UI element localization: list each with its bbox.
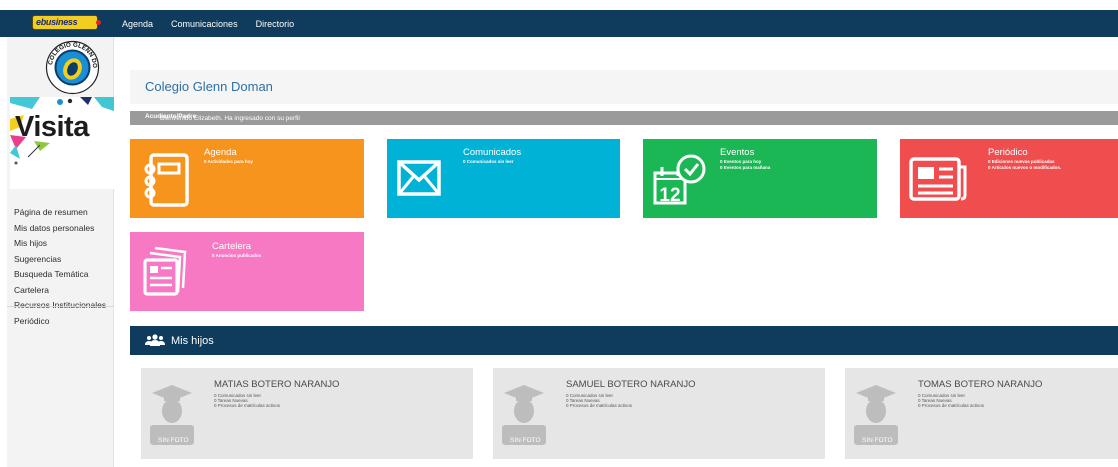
tile-agenda[interactable]: Agenda 0 Actividades para hoy — [130, 139, 364, 218]
child-name: TOMAS BOTERO NARANJO — [918, 379, 1043, 390]
tile-stat: 0 Anuncios publicados — [212, 253, 262, 258]
sidebar-divider — [7, 306, 114, 307]
nav-directorio[interactable]: Directorio — [256, 19, 295, 29]
tile-stat: 0 Actividades para hoy — [204, 159, 253, 164]
svg-text:12: 12 — [659, 185, 680, 206]
calendar-clock-icon: 12 — [653, 154, 706, 206]
child-card[interactable]: SIN FOTO TOMAS BOTERO NARANJO 0 Comunica… — [845, 368, 1118, 459]
tile-title: Comunicados — [463, 147, 522, 158]
child-card[interactable]: SIN FOTO SAMUEL BOTERO NARANJO 0 Comunic… — [493, 368, 825, 459]
tile-comunicados[interactable]: Comunicados 0 Comunicados sin leer — [387, 139, 620, 218]
tile-stat: 0 Artículos nuevos o modificados. — [988, 165, 1062, 170]
sidebar-item-mis-hijos[interactable]: Mis hijos — [14, 236, 106, 252]
tile-cartelera[interactable]: Cartelera 0 Anuncios publicados — [130, 232, 364, 311]
sidebar-item-datos-personales[interactable]: Mis datos personales — [14, 221, 106, 237]
logo-dot — [96, 20, 101, 25]
welcome-prefix: Bienvenido Elizabeth. Ha ingresado con s… — [160, 115, 300, 122]
nav-comunicaciones[interactable]: Comunicaciones — [171, 19, 238, 29]
kids-section-header: Mis hijos — [130, 326, 1118, 355]
tile-stat: 0 Eventos para mañana — [720, 165, 771, 170]
billboard-icon — [143, 246, 187, 296]
logo-text: ebusiness — [36, 17, 78, 27]
sidebar-item-resumen[interactable]: Página de resumen — [14, 205, 106, 221]
section-title: Mis hijos — [171, 335, 214, 347]
sidebar-menu: Página de resumen Mis datos personales M… — [14, 205, 106, 329]
tile-title: Periódico — [988, 147, 1028, 158]
sidebar-item-periodico[interactable]: Periódico — [14, 314, 106, 330]
welcome-bar: Bienvenido Elizabeth. Ha ingresado con s… — [130, 111, 1118, 125]
nav-agenda[interactable]: Agenda — [122, 19, 153, 29]
no-photo-label: SIN FOTO — [510, 437, 541, 444]
tile-title: Eventos — [720, 147, 755, 158]
child-stat: 0 Procesos de matrículas activos — [918, 403, 985, 408]
sidebar-item-sugerencias[interactable]: Sugerencias — [14, 252, 106, 268]
visita-banner[interactable]: Visita — [10, 97, 114, 189]
top-navbar: ebusiness Agenda Comunicaciones Director… — [0, 10, 1118, 37]
tile-stat: 0 Ediciones nuevas publicadas — [988, 159, 1055, 164]
notebook-icon — [144, 153, 189, 207]
tile-stat: 0 Eventos para hoy — [720, 159, 762, 164]
tile-title: Cartelera — [212, 241, 252, 252]
tile-stat: 0 Comunicados sin leer — [463, 159, 514, 164]
child-stat: 0 Procesos de matrículas activos — [214, 403, 281, 408]
sidebar-item-busqueda-tematica[interactable]: Busqueda Temática — [14, 267, 106, 283]
page-header: Colegio Glenn Doman — [130, 70, 1118, 104]
tile-title: Agenda — [204, 147, 237, 158]
app-logo[interactable]: ebusiness — [32, 15, 98, 30]
newspaper-icon — [909, 157, 967, 201]
tile-periodico[interactable]: Periódico 0 Ediciones nuevas publicadas … — [900, 139, 1118, 218]
child-stat: 0 Procesos de matrículas activos — [566, 403, 633, 408]
child-name: MATIAS BOTERO NARANJO — [214, 379, 340, 390]
no-photo-label: SIN FOTO — [862, 437, 893, 444]
welcome-suffix: . — [160, 115, 162, 122]
banner-title: Visita — [15, 111, 89, 143]
child-name: SAMUEL BOTERO NARANJO — [566, 379, 696, 390]
placeholder-avatar-icon — [854, 385, 898, 445]
school-crest: COLEGIO GLENN DOMAN — [45, 40, 100, 95]
sidebar: COLEGIO GLENN DOMAN Visita Página de res… — [7, 37, 114, 467]
page-title: Colegio Glenn Doman — [145, 79, 273, 94]
placeholder-avatar-icon — [150, 385, 194, 445]
welcome-text: Bienvenido Elizabeth. Ha ingresado con s… — [145, 113, 300, 122]
child-card[interactable]: SIN FOTO MATIAS BOTERO NARANJO 0 Comunic… — [141, 368, 473, 459]
no-photo-label: SIN FOTO — [158, 437, 189, 444]
sidebar-item-cartelera[interactable]: Cartelera — [14, 283, 106, 299]
main-nav: Agenda Comunicaciones Directorio — [122, 10, 294, 37]
envelope-icon — [397, 160, 441, 196]
placeholder-avatar-icon — [502, 385, 546, 445]
tile-eventos[interactable]: 12 Eventos 0 Eventos para hoy 0 Eventos … — [643, 139, 877, 218]
users-icon — [145, 334, 165, 346]
